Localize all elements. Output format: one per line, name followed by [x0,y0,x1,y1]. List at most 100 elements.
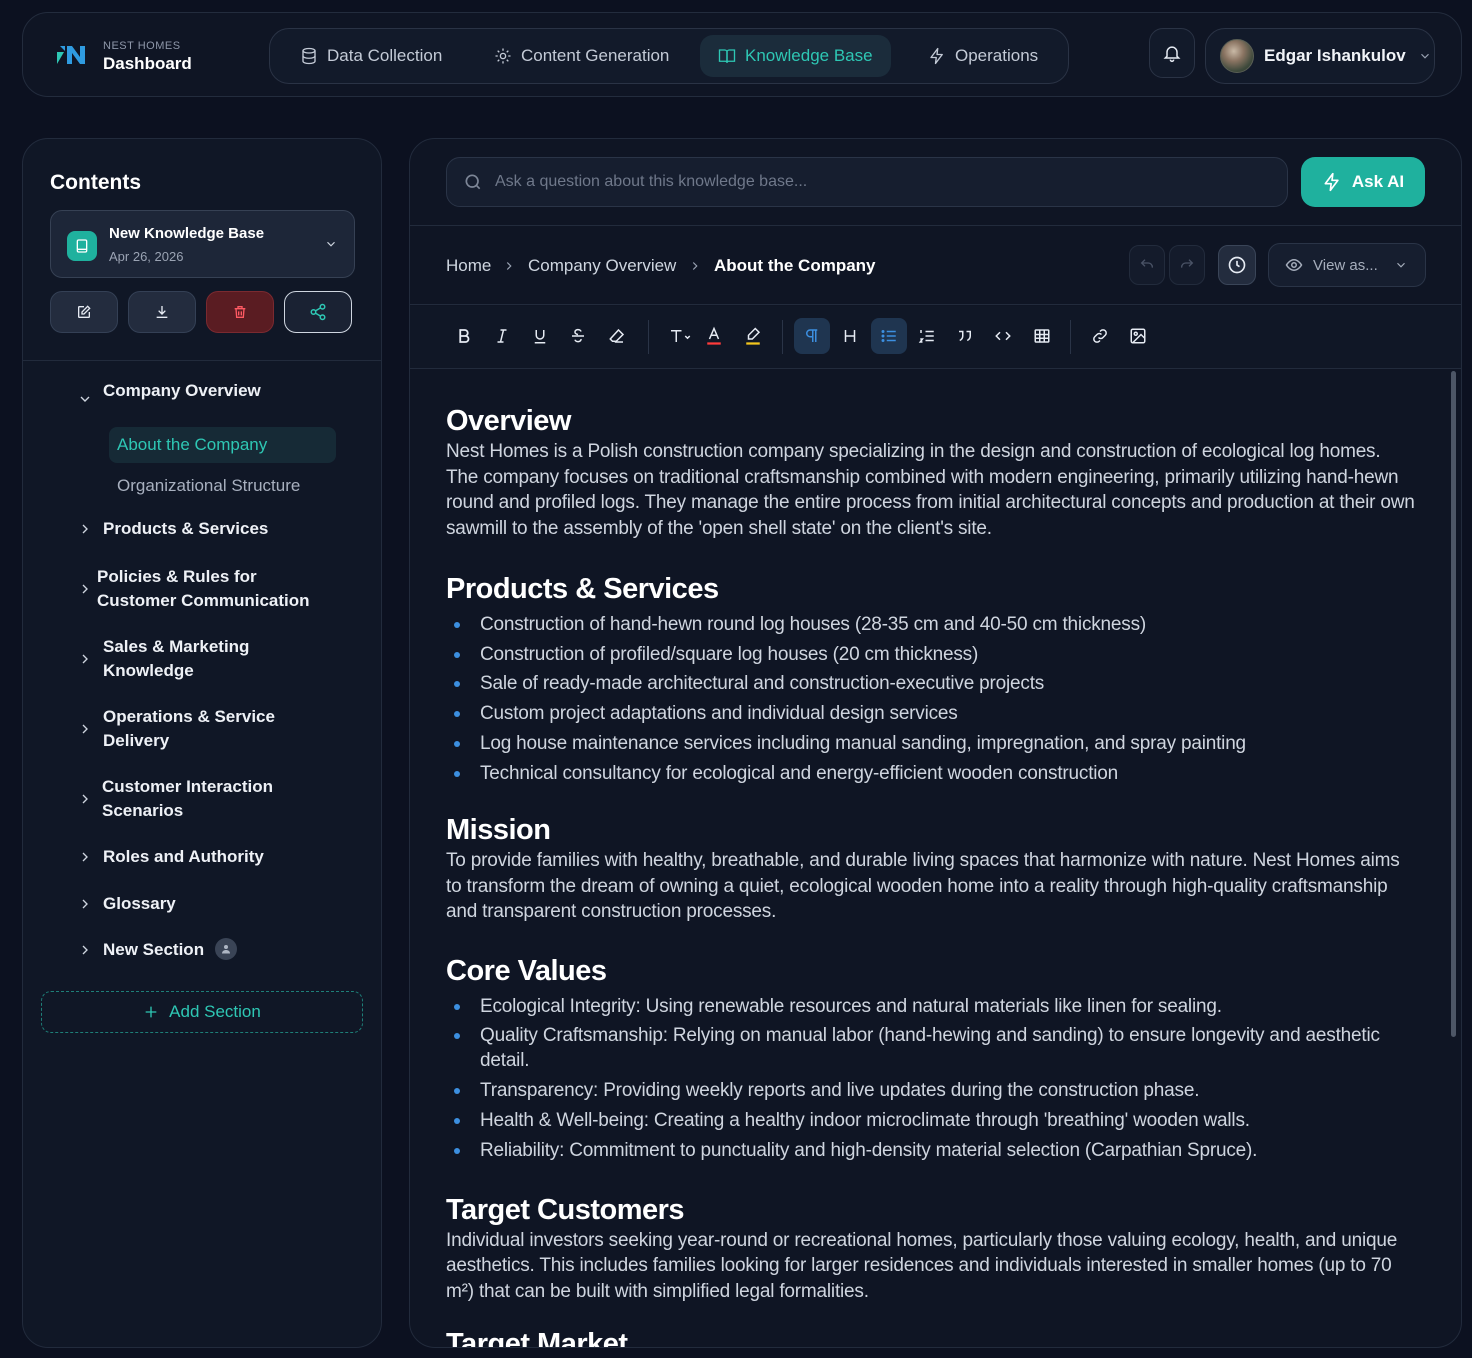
bullet-list-button[interactable] [871,318,907,354]
share-button[interactable] [284,291,352,333]
main-nav: Data Collection Content Generation Knowl… [269,28,1069,84]
chevron-right-icon [688,259,702,273]
tree-item-organizational-structure[interactable]: Organizational Structure [117,476,300,496]
image-icon [1129,327,1147,345]
link-button[interactable] [1082,318,1118,354]
nav-tab-label: Knowledge Base [745,46,873,65]
chevron-right-icon [77,721,93,737]
highlight-button[interactable] [735,318,771,354]
toolbar-divider [648,320,649,354]
chevron-down-icon [324,237,338,251]
database-icon [300,47,318,65]
nav-tab-operations[interactable]: Operations [910,35,1056,77]
tree-item-label: Glossary [103,894,176,913]
add-section-label: Add Section [169,1002,261,1021]
document-content[interactable]: Overview Nest Homes is a Polish construc… [446,403,1416,1347]
underline-button[interactable] [522,318,558,354]
delete-button[interactable] [206,291,274,333]
search-input[interactable] [495,173,1275,191]
view-as-dropdown[interactable]: View as... [1268,243,1426,287]
breadcrumb-current: About the Company [714,256,876,275]
strikethrough-button[interactable] [560,318,596,354]
products-list: Construction of hand-hewn round log hous… [446,610,1416,788]
history-button[interactable] [1218,245,1256,285]
list-item: Construction of profiled/square log hous… [446,640,1416,670]
image-button[interactable] [1120,318,1156,354]
tree-item-label: Products & Services [103,519,269,538]
numbered-list-button[interactable] [909,318,945,354]
kb-search [446,157,1288,207]
italic-button[interactable] [484,318,520,354]
add-section-button[interactable]: Add Section [41,991,363,1033]
strikethrough-icon [569,327,587,345]
text-color-icon [705,326,723,346]
list-item: Custom project adaptations and individua… [446,699,1416,729]
nav-tab-data-collection[interactable]: Data Collection [282,35,460,77]
user-menu[interactable]: Edgar Ishankulov [1205,28,1435,84]
search-icon [447,172,483,192]
edit-icon [76,304,92,320]
list-item: Quality Craftsmanship: Relying on manual… [446,1021,1416,1076]
breadcrumb-home[interactable]: Home [446,256,491,276]
download-button[interactable] [128,291,196,333]
chevron-right-icon [77,896,93,912]
nav-tab-knowledge-base[interactable]: Knowledge Base [700,35,891,77]
paragraph-button[interactable] [794,318,830,354]
code-icon [994,327,1012,345]
chevron-right-icon [77,942,93,958]
italic-icon [493,327,511,345]
toolbar-divider [1070,320,1071,354]
knowledge-base-selector[interactable]: New Knowledge Base Apr 26, 2026 [50,210,355,278]
tree-item-about-the-company[interactable]: About the Company [109,427,336,463]
quote-button[interactable] [947,318,983,354]
notebook-icon [67,231,97,261]
table-button[interactable] [1024,318,1060,354]
undo-button[interactable] [1129,245,1165,285]
bold-button[interactable] [446,318,482,354]
list-item: Ecological Integrity: Using renewable re… [446,992,1416,1022]
list-item: Transparency: Providing weekly reports a… [446,1076,1416,1106]
bold-icon [455,327,473,345]
edit-button[interactable] [50,291,118,333]
code-button[interactable] [985,318,1021,354]
notifications-button[interactable] [1149,28,1195,78]
ask-ai-button[interactable]: Ask AI [1301,157,1425,207]
tree-item-label: Sales & Marketing Knowledge [103,637,250,680]
chevron-right-icon [77,791,93,807]
ask-ai-label: Ask AI [1351,172,1405,191]
kb-date: Apr 26, 2026 [109,249,184,264]
text-color-button[interactable] [696,318,732,354]
breadcrumb: Home Company Overview About the Company … [410,227,1461,305]
sparkle-icon [494,47,512,65]
breadcrumb-company-overview[interactable]: Company Overview [528,256,676,276]
tree-item-label: Roles and Authority [103,847,264,866]
chevron-right-icon [77,651,93,667]
redo-button[interactable] [1169,245,1205,285]
bolt-icon [928,47,946,65]
tree-item-label: Company Overview [103,381,261,400]
user-name: Edgar Ishankulov [1264,46,1406,65]
sidebar-title: Contents [50,171,141,194]
heading-button[interactable] [832,318,868,354]
underline-icon [531,327,549,345]
nav-tab-content-generation[interactable]: Content Generation [476,35,687,77]
contents-sidebar: Contents New Knowledge Base Apr 26, 2026… [22,138,382,1348]
clear-format-button[interactable] [599,318,635,354]
chevron-right-icon [77,849,93,865]
bolt-icon [1322,172,1342,192]
chevron-down-icon [1394,258,1408,272]
nest-homes-logo[interactable] [55,43,87,67]
share-icon [309,303,327,321]
nav-tab-label: Data Collection [327,46,443,65]
avatar [1220,39,1254,73]
list-item: Reliability: Commitment to punctuality a… [446,1136,1416,1166]
search-row: Ask AI [410,139,1461,226]
top-bar: NEST HOMES Dashboard Data Collection Con… [22,12,1462,97]
plus-icon [143,1004,159,1020]
tree-item-label: Customer Interaction Scenarios [102,777,273,820]
scrollbar[interactable] [1451,371,1456,1037]
section-heading-products: Products & Services [446,573,719,605]
mission-text: To provide families with healthy, breath… [446,850,1400,923]
font-size-button[interactable] [660,318,700,354]
chevron-down-icon [77,391,93,407]
